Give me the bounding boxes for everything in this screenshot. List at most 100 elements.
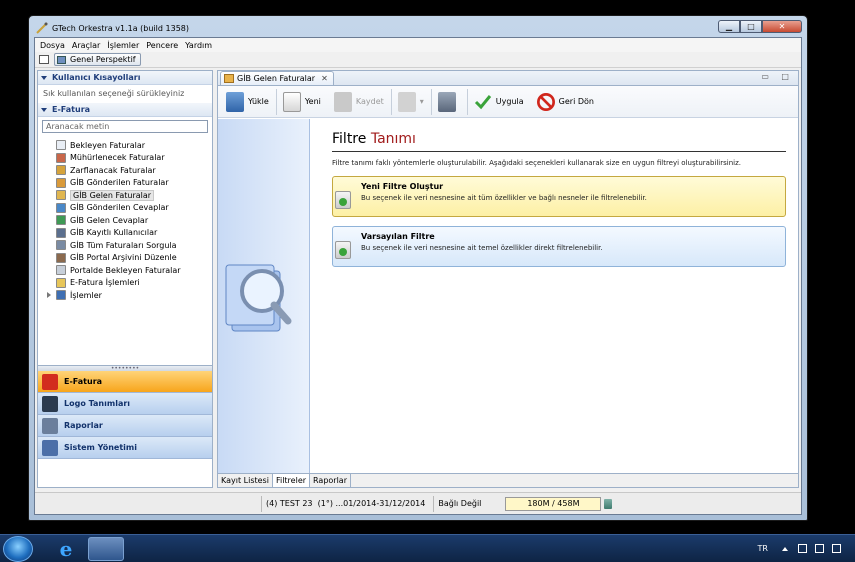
window-controls: ▁ □ ✕ [718,19,802,33]
tree-item-icon [56,190,66,201]
menu-yardim[interactable]: Yardım [183,41,217,50]
menu-araclar[interactable]: Araçlar [70,41,105,50]
tree-item[interactable]: Portalde Bekleyen Faturalar [38,264,212,277]
perspective-icon [57,55,66,64]
network-icon[interactable] [815,544,824,553]
navigation-panel: Kullanıcı Kısayolları Sık kullanılan seç… [37,70,213,488]
title-bar[interactable]: GTech Orkestra v1.1a (build 1358) ▁ □ ✕ [34,19,802,37]
language-indicator[interactable]: TR [758,544,768,553]
shortcuts-header[interactable]: Kullanıcı Kısayolları [38,71,212,85]
taskbar: e TR [0,534,855,562]
load-button[interactable]: Yükle [220,88,276,116]
edit-dropdown-button[interactable]: ▾ [392,88,431,116]
option-title: Varsayılan Filtre [361,232,435,241]
open-perspective-icon[interactable] [39,55,49,64]
tree-item[interactable]: E-Fatura İşlemleri [38,277,212,290]
tree-item[interactable]: GİB Gönderilen Faturalar [38,177,212,190]
start-button[interactable] [3,535,33,562]
view-controls[interactable]: ▭ □ [761,72,794,81]
tree-item-icon [56,152,66,163]
perspective-button[interactable]: Genel Perspektif [54,53,141,66]
save-button[interactable]: Kaydet [328,88,391,116]
filter-definition-area: Filtre Tanımı Filtre tanımı faklı yöntem… [310,119,798,473]
tree-item[interactable]: İşlemler [38,289,212,302]
save-label: Kaydet [355,97,384,106]
expand-arrow-icon[interactable] [47,292,51,299]
editor-toolbar: Yükle Yeni Kaydet ▾ Uygula Geri Dön [218,86,798,118]
option-text: Yeni Filtre Oluştur Bu seçenek ile veri … [361,182,647,202]
menu-bar: Dosya Araçlar İşlemler Pencere Yardım [35,38,801,52]
tree-item-label: Bekleyen Faturalar [70,140,146,150]
default-filter-option[interactable]: Varsayılan Filtre Bu seçenek ile veri ne… [332,226,786,267]
menu-pencere[interactable]: Pencere [144,41,183,50]
action-center-flag-icon[interactable] [798,544,807,553]
tree-item[interactable]: GİB Gelen Cevaplar [38,214,212,227]
report-icon [42,417,58,434]
back-button[interactable]: Geri Dön [531,88,601,116]
tree-item[interactable]: GİB Portal Arşivini Düzenle [38,252,212,265]
tree-item-icon [56,177,66,188]
tree-item-label: GİB Gelen Faturalar [70,189,155,201]
tree-item[interactable]: Bekleyen Faturalar [38,139,212,152]
efatura-icon [42,373,58,390]
new-filter-option[interactable]: Yeni Filtre Oluştur Bu seçenek ile veri … [332,176,786,217]
add-document-icon [335,241,351,259]
nav-raporlar-label: Raporlar [64,421,103,430]
maximize-button[interactable]: □ [740,19,762,33]
new-document-icon [282,91,301,112]
apply-label: Uygula [495,97,524,106]
orkestra-taskbar-button[interactable] [88,536,124,561]
nav-logo-tanimlari[interactable]: Logo Tanımları [38,393,212,415]
tree-item[interactable]: GİB Gelen Faturalar [38,189,212,202]
perspective-label: Genel Perspektif [70,55,136,64]
tab-raporlar[interactable]: Raporlar [310,474,351,487]
tab-kayit-listesi[interactable]: Kayıt Listesi [218,474,273,487]
efatura-tree: Bekleyen Faturalar Mühürlenecek Faturalar… [38,135,212,302]
tree-item[interactable]: Mühürlenecek Faturalar [38,152,212,165]
tab-gib-gelen-faturalar[interactable]: GİB Gelen Faturalar ✕ [220,71,334,85]
tab-filtreler[interactable]: Filtreler [272,474,311,487]
tree-item[interactable]: GİB Gönderilen Cevaplar [38,202,212,215]
tree-item-icon [56,290,66,301]
editor-panel: GİB Gelen Faturalar ✕ ▭ □ Yükle Yeni Kay… [217,70,799,488]
tab-close-icon[interactable]: ✕ [321,74,328,83]
tree-item-label: Portalde Bekleyen Faturalar [70,265,181,275]
company-text: (4) TEST 23 [266,499,313,508]
new-button[interactable]: Yeni [277,88,328,116]
shortcuts-hint: Sık kullanılan seçeneği sürükleyiniz [43,89,185,98]
filter-content: Filtre Tanımı Filtre tanımı faklı yöntem… [218,119,798,473]
tree-item-icon [56,252,66,263]
nav-sistem-yonetimi[interactable]: Sistem Yönetimi [38,437,212,459]
tree-item[interactable]: GİB Tüm Faturaları Sorgula [38,239,212,252]
option-title: Yeni Filtre Oluştur [361,182,444,191]
status-connection: Bağlı Değil [433,495,489,512]
nav-efatura-label: E-Fatura [64,377,103,386]
clear-button[interactable] [432,88,467,116]
volume-icon[interactable] [832,544,841,553]
tree-item-label: GİB Tüm Faturaları Sorgula [70,240,177,250]
checkmark-icon [474,94,491,109]
efatura-header[interactable]: E-Fatura [38,103,212,117]
nav-efatura[interactable]: E-Fatura [38,371,212,393]
add-document-icon [335,191,351,209]
tree-item-icon [56,265,66,276]
menu-dosya[interactable]: Dosya [38,41,70,50]
close-button[interactable]: ✕ [762,19,802,33]
tree-item-icon [56,277,66,288]
minimize-button[interactable]: ▁ [718,19,740,33]
tree-item-label: GİB Gelen Cevaplar [70,215,149,225]
apply-button[interactable]: Uygula [468,88,531,116]
menu-islemler[interactable]: İşlemler [105,41,144,50]
page-title-part1: Filtre [332,131,367,147]
tree-item[interactable]: Zarflanacak Faturalar [38,164,212,177]
window-title: GTech Orkestra v1.1a (build 1358) [52,23,189,33]
nav-raporlar[interactable]: Raporlar [38,415,212,437]
efatura-header-label: E-Fatura [52,105,91,114]
show-hidden-icons-icon[interactable] [782,546,788,551]
tree-item-label: GİB Kayıtlı Kullanıcılar [70,228,158,238]
internet-explorer-taskbar-button[interactable]: e [47,537,85,561]
garbage-collect-icon[interactable] [604,498,613,509]
tree-item[interactable]: GİB Kayıtlı Kullanıcılar [38,227,212,240]
tree-item-label: Mühürlenecek Faturalar [70,153,165,163]
search-input[interactable]: Aranacak metin [42,120,208,133]
